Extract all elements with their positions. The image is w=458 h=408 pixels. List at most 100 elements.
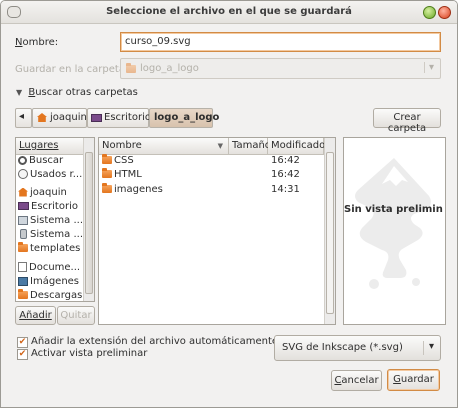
file-name: HTML: [114, 169, 142, 180]
chevron-down-icon: ▾: [423, 62, 434, 73]
desktop-icon: [91, 114, 102, 122]
file-modified: 16:42: [271, 155, 300, 166]
sort-arrow-icon: ▼: [217, 142, 223, 150]
path-button-current[interactable]: logo_a_logo: [149, 108, 219, 128]
save-label: uardar: [400, 374, 434, 385]
cancel-label: ancelar: [341, 375, 379, 386]
save-in-value: logo_a_logo: [140, 63, 199, 74]
place-label: Usados r...: [30, 169, 83, 180]
places-scrollbar[interactable]: [83, 138, 94, 301]
filename-input[interactable]: curso_09.svg: [120, 32, 441, 52]
folder-icon: [102, 168, 112, 178]
column-size-label: Tamaño: [232, 140, 271, 151]
place-item-templates[interactable]: templates: [18, 242, 81, 257]
images-icon: [18, 276, 28, 286]
file-list: Nombre ▼ Tamaño Modificado CSS 16:42 HTM…: [98, 137, 336, 325]
auto-extension-label: Añadir la extensión del archivo automáti…: [31, 336, 279, 347]
save-button[interactable]: Guardar: [387, 369, 440, 391]
remove-place-label: Quitar: [60, 310, 92, 321]
desktop-icon: [18, 202, 29, 210]
place-label: Imágenes: [30, 276, 80, 287]
name-label-text: ombre:: [22, 37, 59, 48]
name-label: Nombre:: [15, 37, 58, 48]
check-icon: ✔: [18, 349, 27, 359]
place-item-filesystem[interactable]: Sistema ...: [18, 215, 83, 229]
places-panel: Lugares Buscar Usados r... joaquin Escri…: [15, 137, 95, 302]
create-folder-button[interactable]: Crear carpeta: [373, 108, 441, 134]
add-place-label: Añadir: [19, 310, 52, 321]
add-place-button[interactable]: Añadir: [15, 306, 56, 325]
save-in-label: Guardar en la carpeta:: [15, 64, 129, 75]
save-mnemonic: G: [393, 374, 401, 385]
create-folder-label: Crear carpeta: [387, 112, 427, 134]
preview-placeholder-text: Sin vista prelimin: [344, 204, 443, 215]
folder-icon: [102, 154, 112, 164]
preview-panel: Sin vista prelimin: [343, 137, 446, 325]
maximize-button[interactable]: [423, 6, 436, 19]
path-label: logo_a_logo: [154, 112, 220, 123]
documents-icon: [18, 262, 27, 272]
file-list-scrollbar[interactable]: [324, 138, 335, 324]
place-item-drive[interactable]: Sistema ...: [18, 229, 83, 243]
file-type-select[interactable]: SVG de Inkscape (*.svg) ▾: [274, 335, 441, 361]
file-row[interactable]: CSS 16:42: [102, 154, 322, 169]
file-row[interactable]: imagenes 14:31: [102, 183, 322, 198]
place-item-images[interactable]: Imágenes: [18, 276, 79, 290]
browse-label-text: uscar otras carpetas: [35, 87, 138, 98]
remove-place-button[interactable]: Quitar: [57, 306, 95, 325]
place-item-recent[interactable]: Usados r...: [18, 169, 82, 183]
folder-icon: [18, 242, 28, 252]
column-name-label: Nombre: [102, 140, 142, 151]
file-modified: 16:42: [271, 169, 300, 180]
folder-icon: [126, 63, 136, 73]
column-modified-label: Modificado: [271, 140, 326, 151]
column-name-header[interactable]: Nombre ▼: [99, 138, 229, 155]
title-bar: Seleccione el archivo en el que se guard…: [1, 1, 457, 24]
path-button-home[interactable]: joaquin: [32, 108, 87, 128]
folder-icon: [102, 183, 112, 193]
save-dialog: Seleccione el archivo en el que se guard…: [0, 0, 458, 408]
place-label: templates: [30, 243, 81, 254]
path-label: joaquin: [50, 112, 87, 123]
place-item-search[interactable]: Buscar: [18, 155, 63, 169]
place-label: Descargas: [30, 290, 83, 301]
save-in-combo[interactable]: logo_a_logo ▾: [120, 58, 441, 79]
drive-icon: [20, 229, 27, 239]
file-list-scrollbar-thumb[interactable]: [326, 152, 334, 314]
arrow-left-icon: ◂: [19, 111, 25, 122]
places-header-label: Lugares: [19, 140, 59, 151]
path-back-button[interactable]: ◂: [15, 108, 32, 128]
home-icon: [18, 187, 28, 197]
browse-folders-toggle[interactable]: ▼ Buscar otras carpetas: [16, 87, 138, 98]
places-header[interactable]: Lugares: [16, 138, 84, 155]
place-item-home[interactable]: joaquin: [18, 187, 67, 201]
recent-icon: [18, 169, 28, 179]
path-label: Escritorio: [104, 112, 151, 123]
preview-checkbox-label: Activar vista preliminar: [31, 348, 148, 359]
filename-value: curso_09.svg: [125, 36, 191, 47]
place-item-downloads[interactable]: Descargas: [18, 289, 83, 301]
place-item-documents[interactable]: Docume...: [18, 262, 80, 276]
search-icon: [18, 155, 27, 165]
file-type-value: SVG de Inkscape (*.svg): [282, 342, 403, 353]
auto-extension-checkbox[interactable]: ✔: [17, 337, 28, 348]
downloads-icon: [18, 289, 28, 299]
check-icon: ✔: [18, 337, 27, 347]
filesystem-icon: [18, 215, 28, 225]
place-item-desktop[interactable]: Escritorio: [18, 201, 78, 215]
places-scrollbar-thumb[interactable]: [85, 152, 93, 294]
file-name: CSS: [114, 155, 134, 166]
home-icon: [37, 113, 47, 122]
path-button-desktop[interactable]: Escritorio: [87, 108, 151, 128]
chevron-down-icon: ▾: [422, 341, 434, 355]
cancel-button[interactable]: Cancelar: [331, 370, 382, 391]
close-button[interactable]: [438, 6, 451, 19]
file-row[interactable]: HTML 16:42: [102, 168, 322, 183]
preview-checkbox[interactable]: ✔: [17, 349, 28, 360]
file-name: imagenes: [114, 184, 163, 195]
column-modified-header[interactable]: Modificado: [268, 138, 326, 155]
place-label: Sistema ...: [30, 229, 83, 240]
place-label: Buscar: [29, 155, 64, 166]
place-label: Escritorio: [31, 201, 78, 212]
column-size-header[interactable]: Tamaño: [229, 138, 271, 155]
